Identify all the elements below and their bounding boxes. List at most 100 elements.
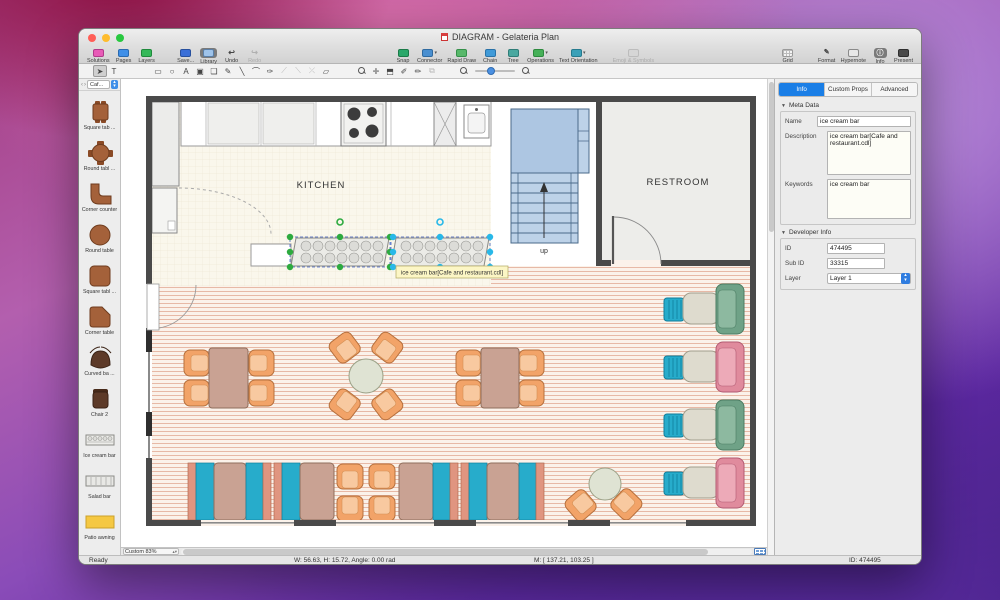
present-button[interactable]: Present [894, 48, 913, 64]
text-tool[interactable]: A [179, 65, 193, 77]
eyedropper-tool[interactable]: ✐ [397, 65, 411, 77]
library-shape-ice-cream-bar[interactable]: Ice cream bar [79, 419, 120, 460]
glue-tool[interactable]: ✏ [411, 65, 425, 77]
patio-awning-icon [83, 509, 117, 535]
pages-button[interactable]: Pages [115, 48, 133, 64]
info-icon: ⓘ [874, 48, 887, 58]
library-selector[interactable]: Caf... [87, 80, 110, 89]
library-shape-square-table-chairs[interactable]: Square tab ... [79, 91, 120, 132]
developer-info-section-header[interactable]: ▼Developer Info [781, 229, 915, 236]
line-tool[interactable]: ╲ [235, 65, 249, 77]
library-shape-round-table[interactable]: Round table [79, 214, 120, 255]
inspector-tabs: Info Custom Props Advanced [778, 82, 918, 97]
library-shape-corner-table[interactable]: Corner table [79, 296, 120, 337]
text-orientation-icon: ▾ [571, 48, 586, 57]
text-orientation-button[interactable]: ▾Text Orientation [559, 48, 598, 64]
kitchen-sink[interactable] [464, 105, 489, 138]
ellipse-tool[interactable]: ○ [165, 65, 179, 77]
keywords-input[interactable]: ice cream bar [827, 179, 911, 219]
solutions-button[interactable]: Solutions [87, 48, 110, 64]
document-icon [441, 33, 448, 41]
library-shape-curved-bench[interactable]: Curved ba ... [79, 337, 120, 378]
horizontal-scrollbar-thumb[interactable] [183, 549, 708, 555]
present-icon [898, 48, 909, 57]
page-navigator-button[interactable] [754, 548, 766, 555]
callout-tool[interactable]: ❑ [207, 65, 221, 77]
triangle-down-icon: ▼ [781, 103, 786, 109]
zoom-level-select[interactable]: Custom 83%▴▾ [123, 548, 179, 555]
undo-button[interactable]: ↩Undo [223, 48, 241, 64]
stove[interactable] [341, 101, 386, 146]
meta-data-section-header[interactable]: ▼Meta Data [781, 102, 915, 109]
rectangle-tool[interactable]: ▭ [151, 65, 165, 77]
ice-cream-bar-2[interactable] [391, 237, 490, 267]
emoji-symbols-button[interactable]: Emoji & Symbols [613, 48, 655, 64]
zoom-out-button[interactable] [457, 65, 471, 77]
library-shape-round-table-chairs[interactable]: Round tabl ... [79, 132, 120, 173]
library-shape-square-table[interactable]: Square tabl ... [79, 255, 120, 296]
layer-select[interactable]: Layer 1▴▾ [827, 273, 911, 284]
library-back-button[interactable]: ‹ [81, 82, 83, 88]
snap-button[interactable]: Snap [394, 48, 412, 64]
horizontal-scrollbar[interactable] [181, 549, 752, 555]
tab-advanced[interactable]: Advanced [872, 83, 917, 96]
kitchen-cabinets-left[interactable] [152, 102, 179, 233]
status-ready: Ready [89, 557, 108, 564]
operations-button[interactable]: ▾Operations [527, 48, 554, 64]
pen-tool[interactable]: ✎ [221, 65, 235, 77]
library-shape-corner-counter[interactable]: Corner counter [79, 173, 120, 214]
add-node-tool[interactable]: ⟋ [277, 65, 291, 77]
library-shape-patio-awning[interactable]: Patio awning [79, 501, 120, 542]
stamp-tool[interactable]: ⬒ [383, 65, 397, 77]
rapid-draw-button[interactable]: Rapid Draw [447, 48, 476, 64]
pages-icon [118, 48, 129, 57]
vertical-scrollbar[interactable] [767, 79, 774, 555]
sub-id-input[interactable] [827, 258, 885, 269]
id-input[interactable] [827, 243, 885, 254]
layers-button[interactable]: Layers [138, 48, 156, 64]
delete-node-tool[interactable]: ⤫ [305, 65, 319, 77]
zoom-slider-thumb[interactable] [487, 67, 495, 75]
library-shape-salad-bar[interactable]: Salad bar [79, 460, 120, 501]
library-button[interactable]: Library [200, 48, 218, 65]
select-tool[interactable]: ➤ [93, 65, 107, 77]
edit-node-tool[interactable]: ⟍ [291, 65, 305, 77]
zoom-tool[interactable] [355, 65, 369, 77]
tree-button[interactable]: Tree [504, 48, 522, 64]
dishwasher[interactable] [434, 102, 456, 146]
name-input[interactable] [817, 116, 911, 127]
connector-button[interactable]: ▾Connector [417, 48, 442, 64]
bottom-booth-group-1[interactable] [188, 463, 271, 520]
image-frame-tool[interactable]: ▣ [193, 65, 207, 77]
crop-tool[interactable]: ⧉ [425, 65, 439, 77]
save-button[interactable]: Save... [177, 48, 195, 64]
tab-info[interactable]: Info [779, 83, 825, 96]
drawing-canvas[interactable]: KITCHEN [121, 79, 767, 555]
curve-tool[interactable]: ✑ [263, 65, 277, 77]
pan-tool[interactable]: ✛ [369, 65, 383, 77]
tab-custom-props[interactable]: Custom Props [825, 83, 871, 96]
description-input[interactable]: ice cream bar[Cafe and restaurant.cdl] [827, 131, 911, 175]
ice-cream-bar-1[interactable] [290, 237, 390, 267]
restroom-label: RESTROOM [647, 177, 710, 188]
library-selector-stepper[interactable]: ▴▾ [111, 80, 118, 89]
library-shape-chair-2[interactable]: Chair 2 [79, 378, 120, 419]
text-block-tool[interactable]: T [107, 65, 121, 77]
hypernote-button[interactable]: Hypernote [841, 48, 866, 64]
chain-button[interactable]: Chain [481, 48, 499, 64]
shape-tool[interactable]: ▱ [319, 65, 333, 77]
service-counter[interactable] [251, 244, 291, 266]
bottom-booth-group-3[interactable] [461, 463, 544, 520]
grid-icon [782, 48, 793, 57]
zoom-in-button[interactable] [519, 65, 533, 77]
title-bar[interactable]: DIAGRAM - Gelateria Plan [79, 29, 921, 47]
redo-button[interactable]: ↪Redo [246, 48, 264, 64]
library-forward-button[interactable]: › [84, 82, 86, 88]
info-button[interactable]: ⓘInfo [871, 48, 889, 65]
arc-tool[interactable]: ⌒ [249, 65, 263, 77]
zoom-slider[interactable] [475, 70, 515, 72]
format-button[interactable]: ✎Format [818, 48, 836, 64]
grid-button[interactable]: Grid [779, 48, 797, 64]
staircase[interactable]: up [511, 109, 589, 255]
magnifier-icon [358, 67, 366, 75]
